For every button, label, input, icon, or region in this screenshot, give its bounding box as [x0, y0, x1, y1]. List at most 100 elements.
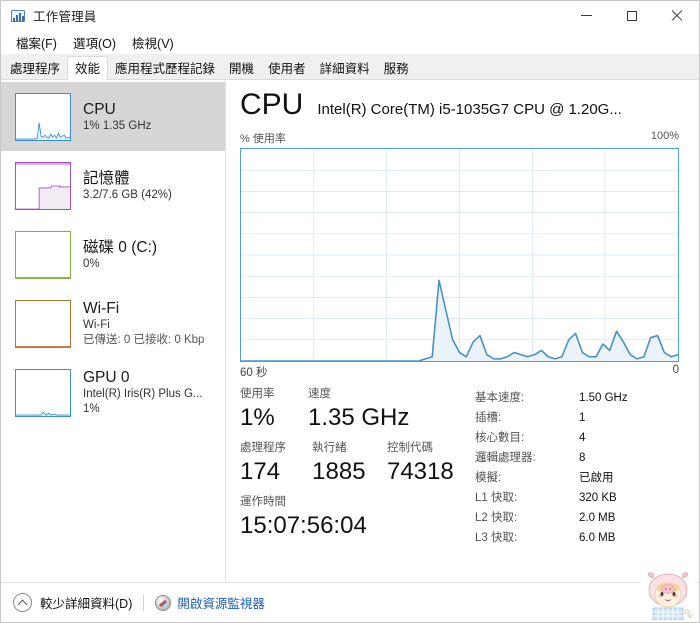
stat-processes: 處理程序 174	[240, 440, 312, 487]
sidebar-item-disk-title: 磁碟 0 (C:)	[83, 238, 158, 256]
sidebar-item-gpu-text: GPU 0 Intel(R) Iris(R) Plus G... 1%	[83, 368, 202, 417]
content-area: CPU 1% 1.35 GHz 記憶體 3.2/7.6 GB (42%) 磁碟 …	[1, 80, 699, 582]
menu-bar: 檔案(F) 選項(O) 檢視(V)	[1, 30, 699, 54]
gpu-mini-graph	[15, 368, 71, 417]
sidebar-item-memory-sub: 3.2/7.6 GB (42%)	[83, 188, 172, 201]
spec-l3-cache-value: 6.0 MB	[579, 532, 616, 544]
sidebar-item-wifi-text: Wi-Fi Wi-Fi 已傳送: 0 已接收: 0 Kbp	[83, 299, 204, 348]
resource-sidebar: CPU 1% 1.35 GHz 記憶體 3.2/7.6 GB (42%) 磁碟 …	[1, 80, 226, 582]
tab-performance[interactable]: 效能	[67, 56, 109, 80]
graph-y-axis-label: % 使用率	[240, 133, 286, 145]
stat-processes-label: 處理程序	[240, 442, 286, 454]
spec-logical-processors: 邏輯處理器: 8	[475, 448, 679, 468]
sidebar-item-wifi-title: Wi-Fi	[83, 300, 120, 317]
memory-mini-graph	[15, 161, 71, 210]
sidebar-item-gpu-sub2: 1%	[83, 403, 100, 415]
menu-file[interactable]: 檔案(F)	[9, 31, 64, 54]
tab-details[interactable]: 詳細資料	[313, 56, 377, 79]
cpu-specs-list: 基本速度: 1.50 GHz 插槽: 1 核心數目: 4 邏輯處理器: 8 模擬…	[475, 386, 679, 582]
spec-l2-cache-value: 2.0 MB	[579, 512, 616, 524]
stat-threads: 執行緒 1885	[312, 440, 387, 487]
disk-mini-graph	[15, 230, 71, 279]
page-title: CPU	[240, 88, 304, 121]
cpu-chart-svg	[241, 149, 678, 361]
sidebar-item-disk-sub: 0%	[83, 257, 100, 270]
minimize-button[interactable]	[564, 1, 609, 30]
spec-sockets: 插槽: 1	[475, 408, 679, 428]
maximize-button[interactable]	[609, 1, 654, 30]
spec-l3-cache-label: L3 快取:	[475, 532, 518, 544]
sidebar-item-memory-title: 記憶體	[83, 169, 130, 187]
stat-row-secondary: 處理程序 174 執行緒 1885 控制代碼 74318	[240, 440, 475, 487]
cpu-detail-pane: CPU Intel(R) Core(TM) i5-1035G7 CPU @ 1.…	[226, 80, 699, 582]
graph-top-axis: % 使用率 100%	[240, 130, 679, 146]
sidebar-item-wifi-sub2: 已傳送: 0 已接收: 0 Kbp	[83, 334, 205, 346]
stat-processes-value: 174	[240, 458, 281, 485]
status-separator	[143, 594, 145, 611]
tab-users[interactable]: 使用者	[261, 56, 313, 79]
stats-left-column: 使用率 1% 速度 1.35 GHz 處理程序 174 執行緒 1885 控制代…	[240, 386, 475, 582]
tab-app-history[interactable]: 應用程式歷程記錄	[108, 56, 222, 79]
graph-x-axis-start: 60 秒	[240, 367, 268, 379]
window-controls	[564, 1, 699, 30]
sidebar-item-gpu[interactable]: GPU 0 Intel(R) Iris(R) Plus G... 1%	[1, 358, 225, 427]
spec-logical-processors-label: 邏輯處理器:	[475, 452, 536, 464]
title-bar: 工作管理員	[1, 1, 699, 30]
sidebar-item-cpu-title: CPU	[83, 100, 116, 118]
status-bar: 較少詳細資料(D) 開啟資源監視器	[1, 582, 699, 622]
spec-cores: 核心數目: 4	[475, 428, 679, 448]
spec-l1-cache-label: L1 快取:	[475, 492, 518, 504]
stat-speed-label: 速度	[308, 388, 331, 400]
sidebar-item-gpu-sub1: Intel(R) Iris(R) Plus G...	[83, 388, 203, 400]
spec-l3-cache: L3 快取: 6.0 MB	[475, 528, 679, 548]
menu-options[interactable]: 選項(O)	[66, 31, 123, 54]
spec-logical-processors-value: 8	[579, 452, 586, 464]
maximize-icon	[626, 10, 637, 21]
sidebar-item-memory[interactable]: 記憶體 3.2/7.6 GB (42%)	[1, 151, 225, 220]
stat-handles: 控制代碼 74318	[387, 440, 475, 487]
wifi-mini-graph	[15, 299, 71, 348]
stat-threads-value: 1885	[312, 458, 366, 485]
stat-handles-value: 74318	[386, 458, 454, 485]
sidebar-item-wifi-sub1: Wi-Fi	[83, 319, 110, 331]
spec-l2-cache: L2 快取: 2.0 MB	[475, 508, 679, 528]
spec-virtualization-label: 模擬:	[475, 472, 502, 484]
sidebar-item-disk[interactable]: 磁碟 0 (C:) 0%	[1, 220, 225, 289]
graph-bottom-axis: 60 秒 0	[240, 364, 679, 380]
close-icon	[671, 10, 682, 21]
cpu-utilization-graph[interactable]	[240, 148, 679, 362]
close-button[interactable]	[654, 1, 699, 30]
fewer-details-button[interactable]: 較少詳細資料(D)	[40, 593, 132, 612]
stat-uptime-value: 15:07:56:04	[240, 512, 367, 539]
sidebar-item-cpu-text: CPU 1% 1.35 GHz	[83, 100, 151, 134]
spec-sockets-value: 1	[579, 412, 586, 424]
window-title: 工作管理員	[33, 10, 97, 24]
stat-row-primary: 使用率 1% 速度 1.35 GHz	[240, 386, 475, 433]
sidebar-item-memory-text: 記憶體 3.2/7.6 GB (42%)	[83, 169, 172, 203]
graph-x-axis-end: 0	[672, 364, 679, 376]
minimize-icon	[581, 15, 592, 16]
task-manager-icon	[10, 8, 26, 24]
menu-view[interactable]: 檢視(V)	[125, 31, 181, 54]
stat-utilization-value: 1%	[240, 404, 275, 431]
stats-area: 使用率 1% 速度 1.35 GHz 處理程序 174 執行緒 1885 控制代…	[240, 386, 679, 582]
tab-services[interactable]: 服務	[377, 56, 416, 79]
sidebar-item-wifi[interactable]: Wi-Fi Wi-Fi 已傳送: 0 已接收: 0 Kbp	[1, 289, 225, 358]
sidebar-item-gpu-title: GPU 0	[83, 369, 130, 386]
tab-startup[interactable]: 開機	[222, 56, 261, 79]
open-resource-monitor-link[interactable]: 開啟資源監視器	[177, 593, 265, 612]
task-manager-window: 工作管理員 檔案(F) 選項(O) 檢視(V) 處理程序 效能 應用程式歷程記錄…	[0, 0, 700, 623]
stat-speed: 速度 1.35 GHz	[308, 386, 448, 433]
sidebar-item-cpu[interactable]: CPU 1% 1.35 GHz	[1, 82, 225, 151]
tab-processes[interactable]: 處理程序	[3, 56, 67, 79]
sidebar-item-cpu-sub: 1% 1.35 GHz	[83, 119, 152, 132]
stat-handles-label: 控制代碼	[386, 442, 433, 454]
cpu-header: CPU Intel(R) Core(TM) i5-1035G7 CPU @ 1.…	[240, 88, 679, 122]
stat-row-uptime: 運作時間 15:07:56:04	[240, 494, 475, 541]
chevron-up-icon[interactable]	[13, 593, 32, 612]
spec-virtualization-value: 已啟用	[579, 472, 614, 484]
spec-base-speed: 基本速度: 1.50 GHz	[475, 388, 679, 408]
graph-y-axis-max: 100%	[650, 130, 679, 142]
cpu-model-label: Intel(R) Core(TM) i5-1035G7 CPU @ 1.20G.…	[317, 101, 622, 118]
stat-speed-value: 1.35 GHz	[308, 404, 410, 431]
